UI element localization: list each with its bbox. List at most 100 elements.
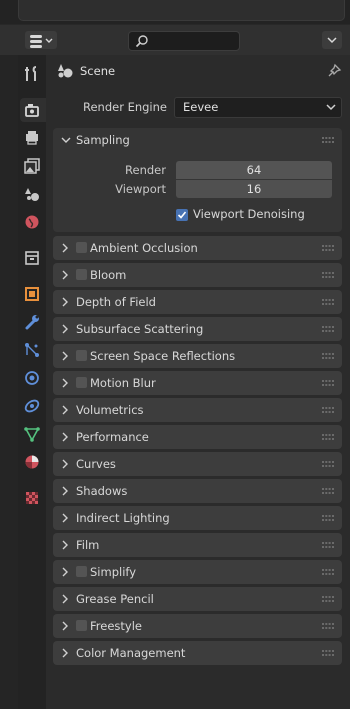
panel-header[interactable]: Subsurface Scattering — [53, 317, 342, 341]
constraints-tab[interactable] — [20, 394, 44, 418]
chevron-right-icon — [62, 270, 68, 280]
drag-grip-icon[interactable] — [322, 515, 334, 521]
world-tab[interactable] — [20, 210, 44, 234]
wrench-icon — [25, 315, 39, 330]
scene-tab[interactable] — [20, 182, 44, 206]
drag-grip-icon[interactable] — [322, 299, 334, 305]
panel-header[interactable]: Motion Blur — [53, 371, 342, 395]
viewport-samples-field[interactable]: 16 — [176, 180, 332, 198]
panel-curves: Curves — [53, 452, 342, 476]
world-icon — [25, 215, 39, 229]
context-label: Scene — [80, 64, 116, 78]
panel-simplify: Simplify — [53, 560, 342, 584]
panel-screen-space-reflections: Screen Space Reflections — [53, 344, 342, 368]
panel-header[interactable]: Depth of Field — [53, 290, 342, 314]
editor-type-button[interactable] — [25, 31, 57, 49]
panel-header[interactable]: Curves — [53, 452, 342, 476]
top-editor-area — [18, 0, 345, 21]
drag-grip-icon[interactable] — [322, 461, 334, 467]
panel-title: Film — [76, 538, 100, 552]
panel-depth-of-field: Depth of Field — [53, 290, 342, 314]
panel-enable-checkbox[interactable] — [76, 620, 87, 631]
drag-grip-icon[interactable] — [322, 542, 334, 548]
drag-grip-icon[interactable] — [322, 272, 334, 278]
panel-enable-checkbox[interactable] — [76, 242, 87, 253]
panel-header[interactable]: Screen Space Reflections — [53, 344, 342, 368]
drag-grip-icon[interactable] — [322, 380, 334, 386]
physics-tab[interactable] — [20, 366, 44, 390]
chevron-right-icon — [62, 594, 68, 604]
chevron-down-icon — [61, 137, 71, 143]
panel-film: Film — [53, 533, 342, 557]
collection-tab[interactable] — [20, 246, 44, 270]
pin-icon[interactable] — [326, 63, 342, 79]
panel-header[interactable]: Shadows — [53, 479, 342, 503]
panel-enable-checkbox[interactable] — [76, 269, 87, 280]
search-input[interactable] — [128, 31, 240, 51]
drag-grip-icon[interactable] — [322, 326, 334, 332]
drag-grip-icon[interactable] — [322, 623, 334, 629]
panel-header[interactable]: Indirect Lighting — [53, 506, 342, 530]
panel-title: Subsurface Scattering — [76, 322, 204, 336]
panel-enable-checkbox[interactable] — [76, 350, 87, 361]
particles-tab[interactable] — [20, 338, 44, 362]
panel-volumetrics: Volumetrics — [53, 398, 342, 422]
render-tab[interactable] — [20, 98, 46, 122]
panel-header[interactable]: Volumetrics — [53, 398, 342, 422]
drag-grip-icon[interactable] — [322, 245, 334, 251]
drag-grip-icon[interactable] — [322, 488, 334, 494]
options-dropdown-button[interactable] — [322, 31, 342, 49]
drag-grip-icon[interactable] — [322, 596, 334, 602]
drag-grip-icon[interactable] — [322, 569, 334, 575]
panel-title: Grease Pencil — [76, 592, 154, 606]
panel-header[interactable]: Freestyle — [53, 614, 342, 638]
render-engine-dropdown[interactable]: Eevee — [174, 97, 342, 118]
panel-header[interactable]: Color Management — [53, 641, 342, 665]
chevron-down-icon — [327, 37, 337, 44]
drag-grip-icon[interactable] — [322, 650, 334, 656]
chevron-right-icon — [62, 621, 68, 631]
render-engine-value: Eevee — [183, 100, 219, 114]
panel-shadows: Shadows — [53, 479, 342, 503]
viewport-denoising-label: Viewport Denoising — [193, 207, 305, 221]
panel-title: Color Management — [76, 646, 186, 660]
panel-title: Ambient Occlusion — [90, 241, 198, 255]
constraint-icon — [24, 399, 40, 413]
panel-indirect-lighting: Indirect Lighting — [53, 506, 342, 530]
chevron-right-icon — [62, 432, 68, 442]
sampling-panel-header[interactable]: Sampling — [53, 128, 342, 152]
panel-enable-checkbox[interactable] — [76, 377, 87, 388]
drag-grip-icon[interactable] — [322, 137, 334, 143]
panel-title: Indirect Lighting — [76, 511, 170, 525]
drag-grip-icon[interactable] — [322, 407, 334, 413]
panel-header[interactable]: Simplify — [53, 560, 342, 584]
material-tab[interactable] — [20, 450, 44, 474]
tool-tab[interactable] — [20, 62, 44, 86]
chevron-right-icon — [62, 648, 68, 658]
panel-header[interactable]: Ambient Occlusion — [53, 236, 342, 260]
chevron-right-icon — [62, 486, 68, 496]
viewport-samples-label: Viewport — [115, 182, 166, 196]
panel-header[interactable]: Performance — [53, 425, 342, 449]
drag-grip-icon[interactable] — [322, 353, 334, 359]
object-tab[interactable] — [20, 282, 44, 306]
panel-header[interactable]: Film — [53, 533, 342, 557]
viewport-denoising-checkbox[interactable] — [176, 209, 188, 221]
data-tab[interactable] — [20, 422, 44, 446]
mesh-data-icon — [24, 427, 40, 442]
properties-header — [0, 25, 350, 55]
panel-header[interactable]: Grease Pencil — [53, 587, 342, 611]
panel-enable-checkbox[interactable] — [76, 566, 87, 577]
panel-header[interactable]: Bloom — [53, 263, 342, 287]
chevron-right-icon — [62, 324, 68, 334]
render-camera-icon — [25, 104, 39, 117]
output-tab[interactable] — [20, 126, 44, 150]
chevron-right-icon — [62, 459, 68, 469]
drag-grip-icon[interactable] — [322, 434, 334, 440]
chevron-right-icon — [62, 405, 68, 415]
render-samples-field[interactable]: 64 — [176, 161, 332, 179]
texture-tab[interactable] — [20, 486, 44, 510]
modifier-tab[interactable] — [20, 310, 44, 334]
view-layer-tab[interactable] — [20, 154, 44, 178]
panel-title: Performance — [76, 430, 149, 444]
